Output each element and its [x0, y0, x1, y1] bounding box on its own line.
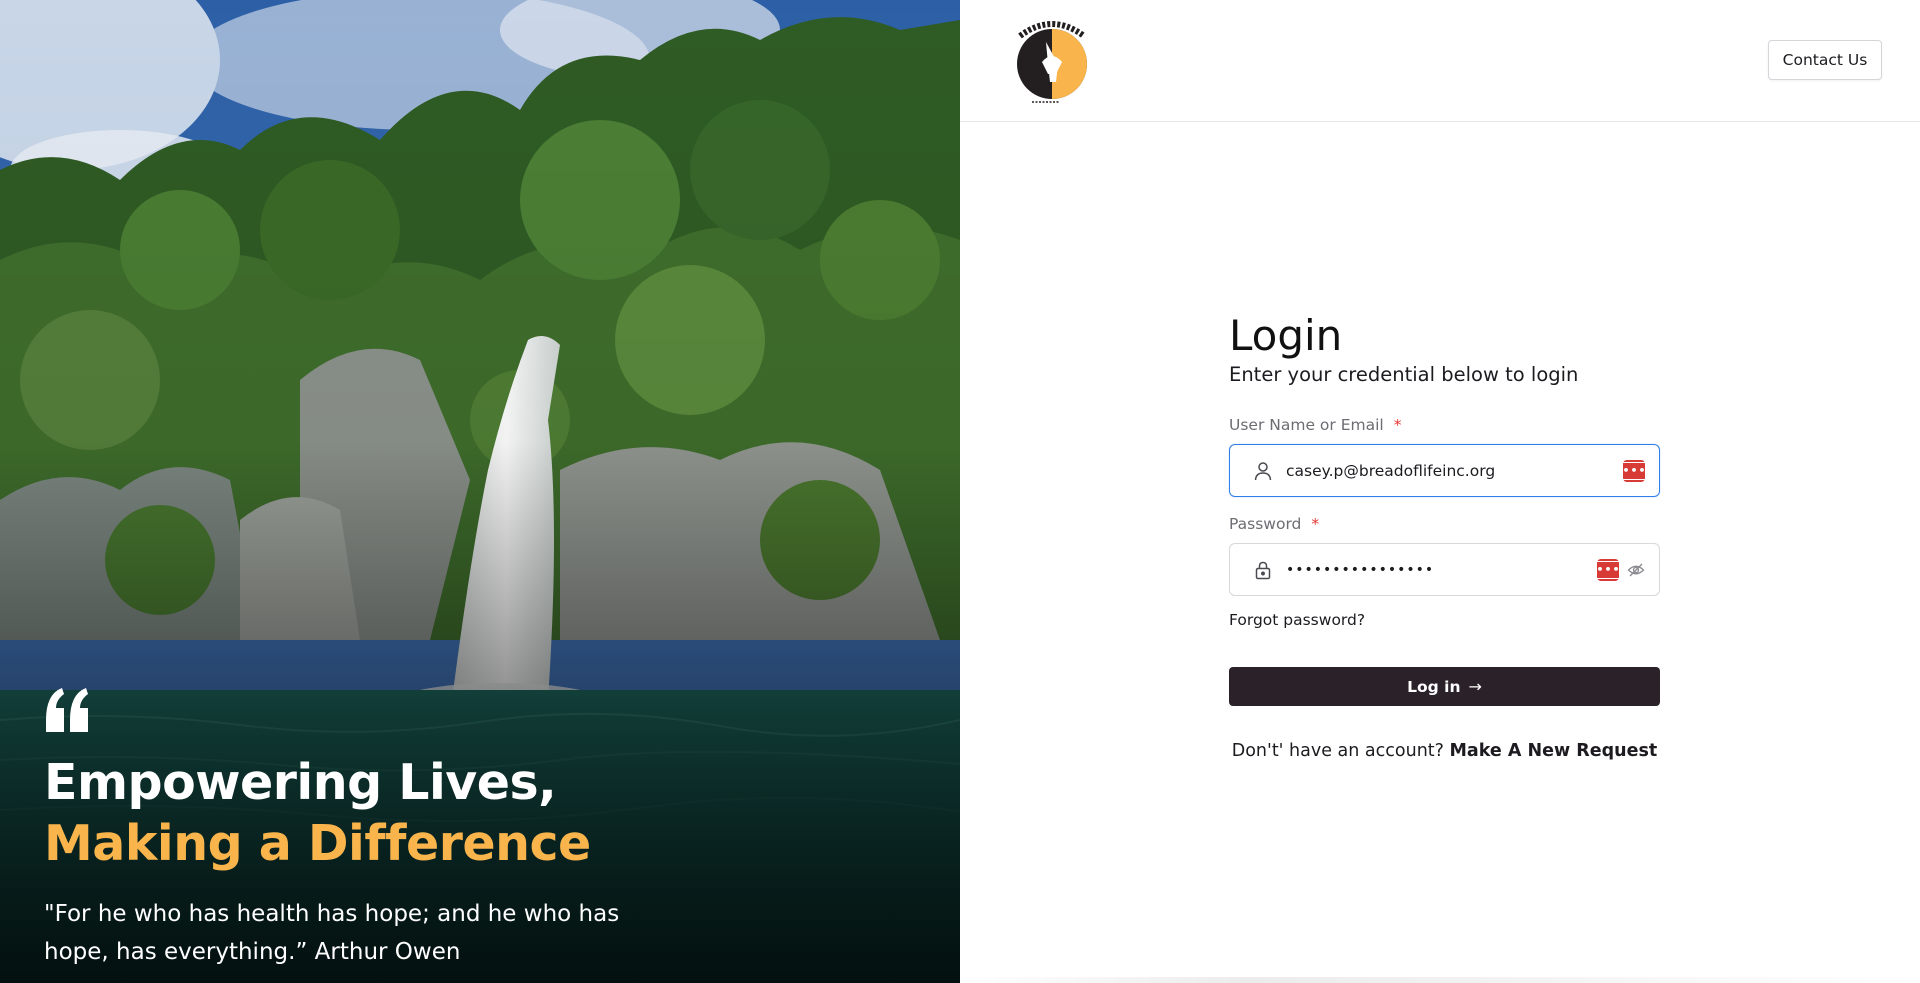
hero-title-line1: Empowering Lives, — [44, 754, 557, 811]
eye-slash-icon[interactable] — [1627, 561, 1645, 579]
hero-title: Empowering Lives, Making a Difference — [44, 752, 804, 874]
signup-row: Don't' have an account? Make A New Reque… — [1229, 741, 1660, 761]
hero-panel: Empowering Lives, Making a Difference "F… — [0, 0, 960, 983]
login-button-label: Log in — [1407, 677, 1461, 696]
login-panel: Contact Us Login Enter your credential b… — [960, 0, 1920, 983]
login-subtitle: Enter your credential below to login — [1229, 363, 1579, 386]
login-title: Login — [1229, 311, 1343, 360]
username-label-text: User Name or Email — [1229, 416, 1384, 434]
password-label: Password * — [1229, 515, 1319, 533]
password-manager-icon[interactable]: ••• — [1618, 459, 1650, 482]
signup-prompt: Don't' have an account? — [1231, 741, 1450, 761]
forgot-password-link[interactable]: Forgot password? — [1229, 611, 1365, 629]
username-field-box[interactable]: ••• — [1229, 444, 1660, 497]
password-field-box[interactable]: ••• — [1229, 543, 1660, 596]
contact-us-button[interactable]: Contact Us — [1768, 40, 1882, 80]
password-input[interactable] — [1286, 561, 1597, 578]
username-label: User Name or Email * — [1229, 416, 1401, 434]
username-required-mark: * — [1393, 416, 1402, 434]
quote-icon — [46, 688, 88, 732]
password-label-text: Password — [1229, 515, 1302, 533]
username-input[interactable] — [1286, 461, 1623, 480]
bottom-divider — [960, 977, 1920, 983]
lock-icon — [1255, 561, 1271, 579]
password-required-mark: * — [1311, 515, 1320, 533]
top-bar: Contact Us — [960, 0, 1920, 122]
hero-quote: "For he who has health has hope; and he … — [44, 901, 620, 965]
password-manager-icon[interactable]: ••• — [1592, 558, 1624, 581]
arrow-right-icon: → — [1468, 677, 1482, 696]
login-button[interactable]: Log in → — [1229, 667, 1660, 706]
user-icon — [1254, 461, 1272, 480]
login-form: Login Enter your credential below to log… — [1229, 310, 1660, 761]
upstreamhealth-logo[interactable] — [1010, 14, 1094, 108]
make-new-request-link[interactable]: Make A New Request — [1450, 741, 1658, 761]
hero-title-line2: Making a Difference — [44, 815, 591, 872]
